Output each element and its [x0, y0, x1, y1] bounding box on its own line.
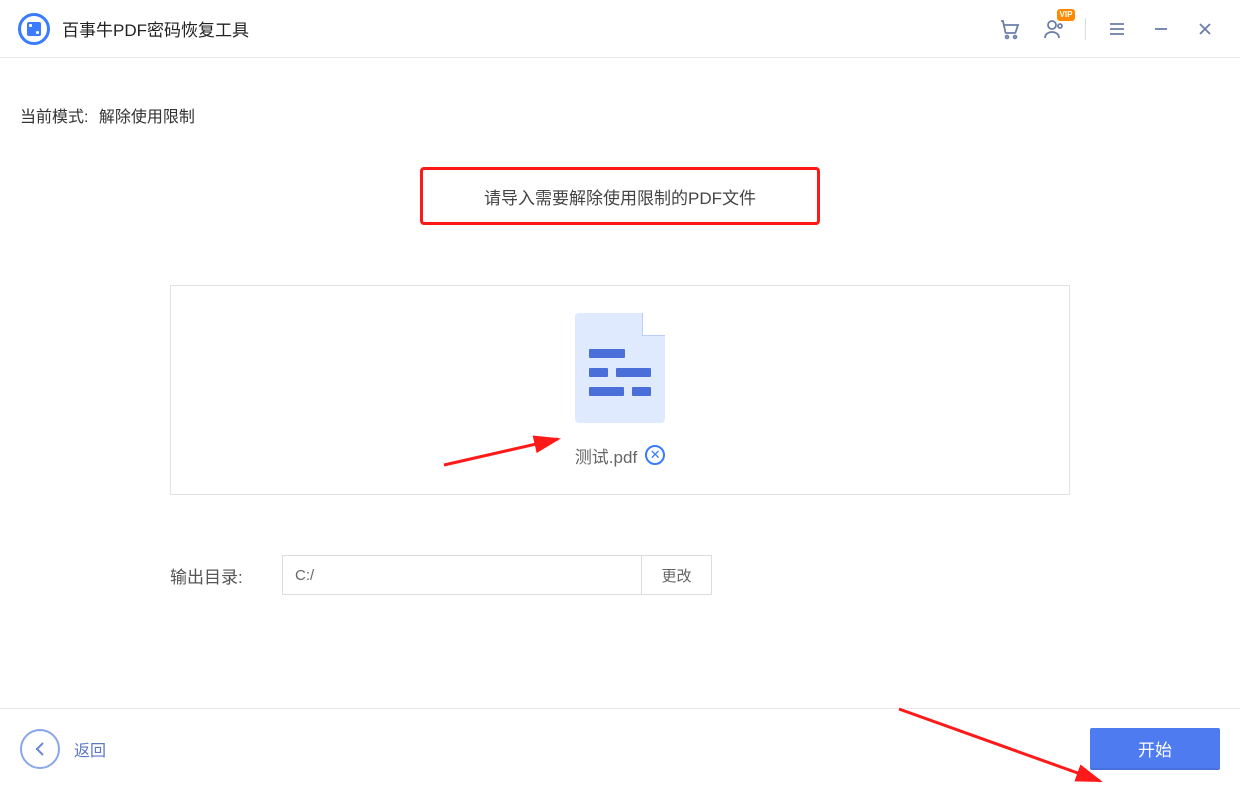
annotation-arrow-icon [440, 433, 570, 473]
file-drop-zone[interactable]: 测试.pdf ✕ [170, 285, 1070, 495]
titlebar-separator [1085, 18, 1086, 40]
back-arrow-icon [20, 729, 60, 769]
output-dir-field: C:/ 更改 [282, 555, 712, 595]
output-row: 输出目录: C:/ 更改 [170, 555, 1070, 595]
titlebar: 百事牛PDF密码恢复工具 VIP [0, 0, 1240, 58]
remove-file-button[interactable]: ✕ [645, 445, 665, 465]
vip-badge: VIP [1057, 9, 1075, 21]
mode-label: 当前模式: [20, 109, 88, 126]
selected-file-name: 测试.pdf [575, 443, 637, 468]
titlebar-right: VIP [993, 12, 1222, 46]
titlebar-left: 百事牛PDF密码恢复工具 [18, 13, 249, 45]
remove-file-glyph: ✕ [650, 447, 661, 463]
output-dir-label: 输出目录: [170, 563, 258, 588]
change-output-button[interactable]: 更改 [641, 556, 711, 594]
cart-icon[interactable] [993, 12, 1027, 46]
selected-file-row: 测试.pdf ✕ [575, 443, 665, 468]
minimize-icon[interactable] [1144, 12, 1178, 46]
annotation-arrow-icon [895, 703, 1115, 793]
mode-line: 当前模式: 解除使用限制 [20, 103, 1220, 127]
import-prompt-text: 请导入需要解除使用限制的PDF文件 [484, 184, 756, 209]
back-button[interactable]: 返回 [20, 729, 106, 769]
app-logo-icon [18, 13, 50, 45]
document-icon [575, 313, 665, 423]
output-dir-path[interactable]: C:/ [283, 556, 641, 594]
account-group[interactable]: VIP [1037, 12, 1071, 46]
mode-value: 解除使用限制 [99, 109, 195, 126]
app-title: 百事牛PDF密码恢复工具 [62, 16, 249, 41]
menu-icon[interactable] [1100, 12, 1134, 46]
content-area: 当前模式: 解除使用限制 请导入需要解除使用限制的PDF文件 测试.pdf ✕ [0, 58, 1240, 708]
close-icon[interactable] [1188, 12, 1222, 46]
import-prompt-banner: 请导入需要解除使用限制的PDF文件 [420, 167, 820, 225]
back-label: 返回 [74, 737, 106, 761]
